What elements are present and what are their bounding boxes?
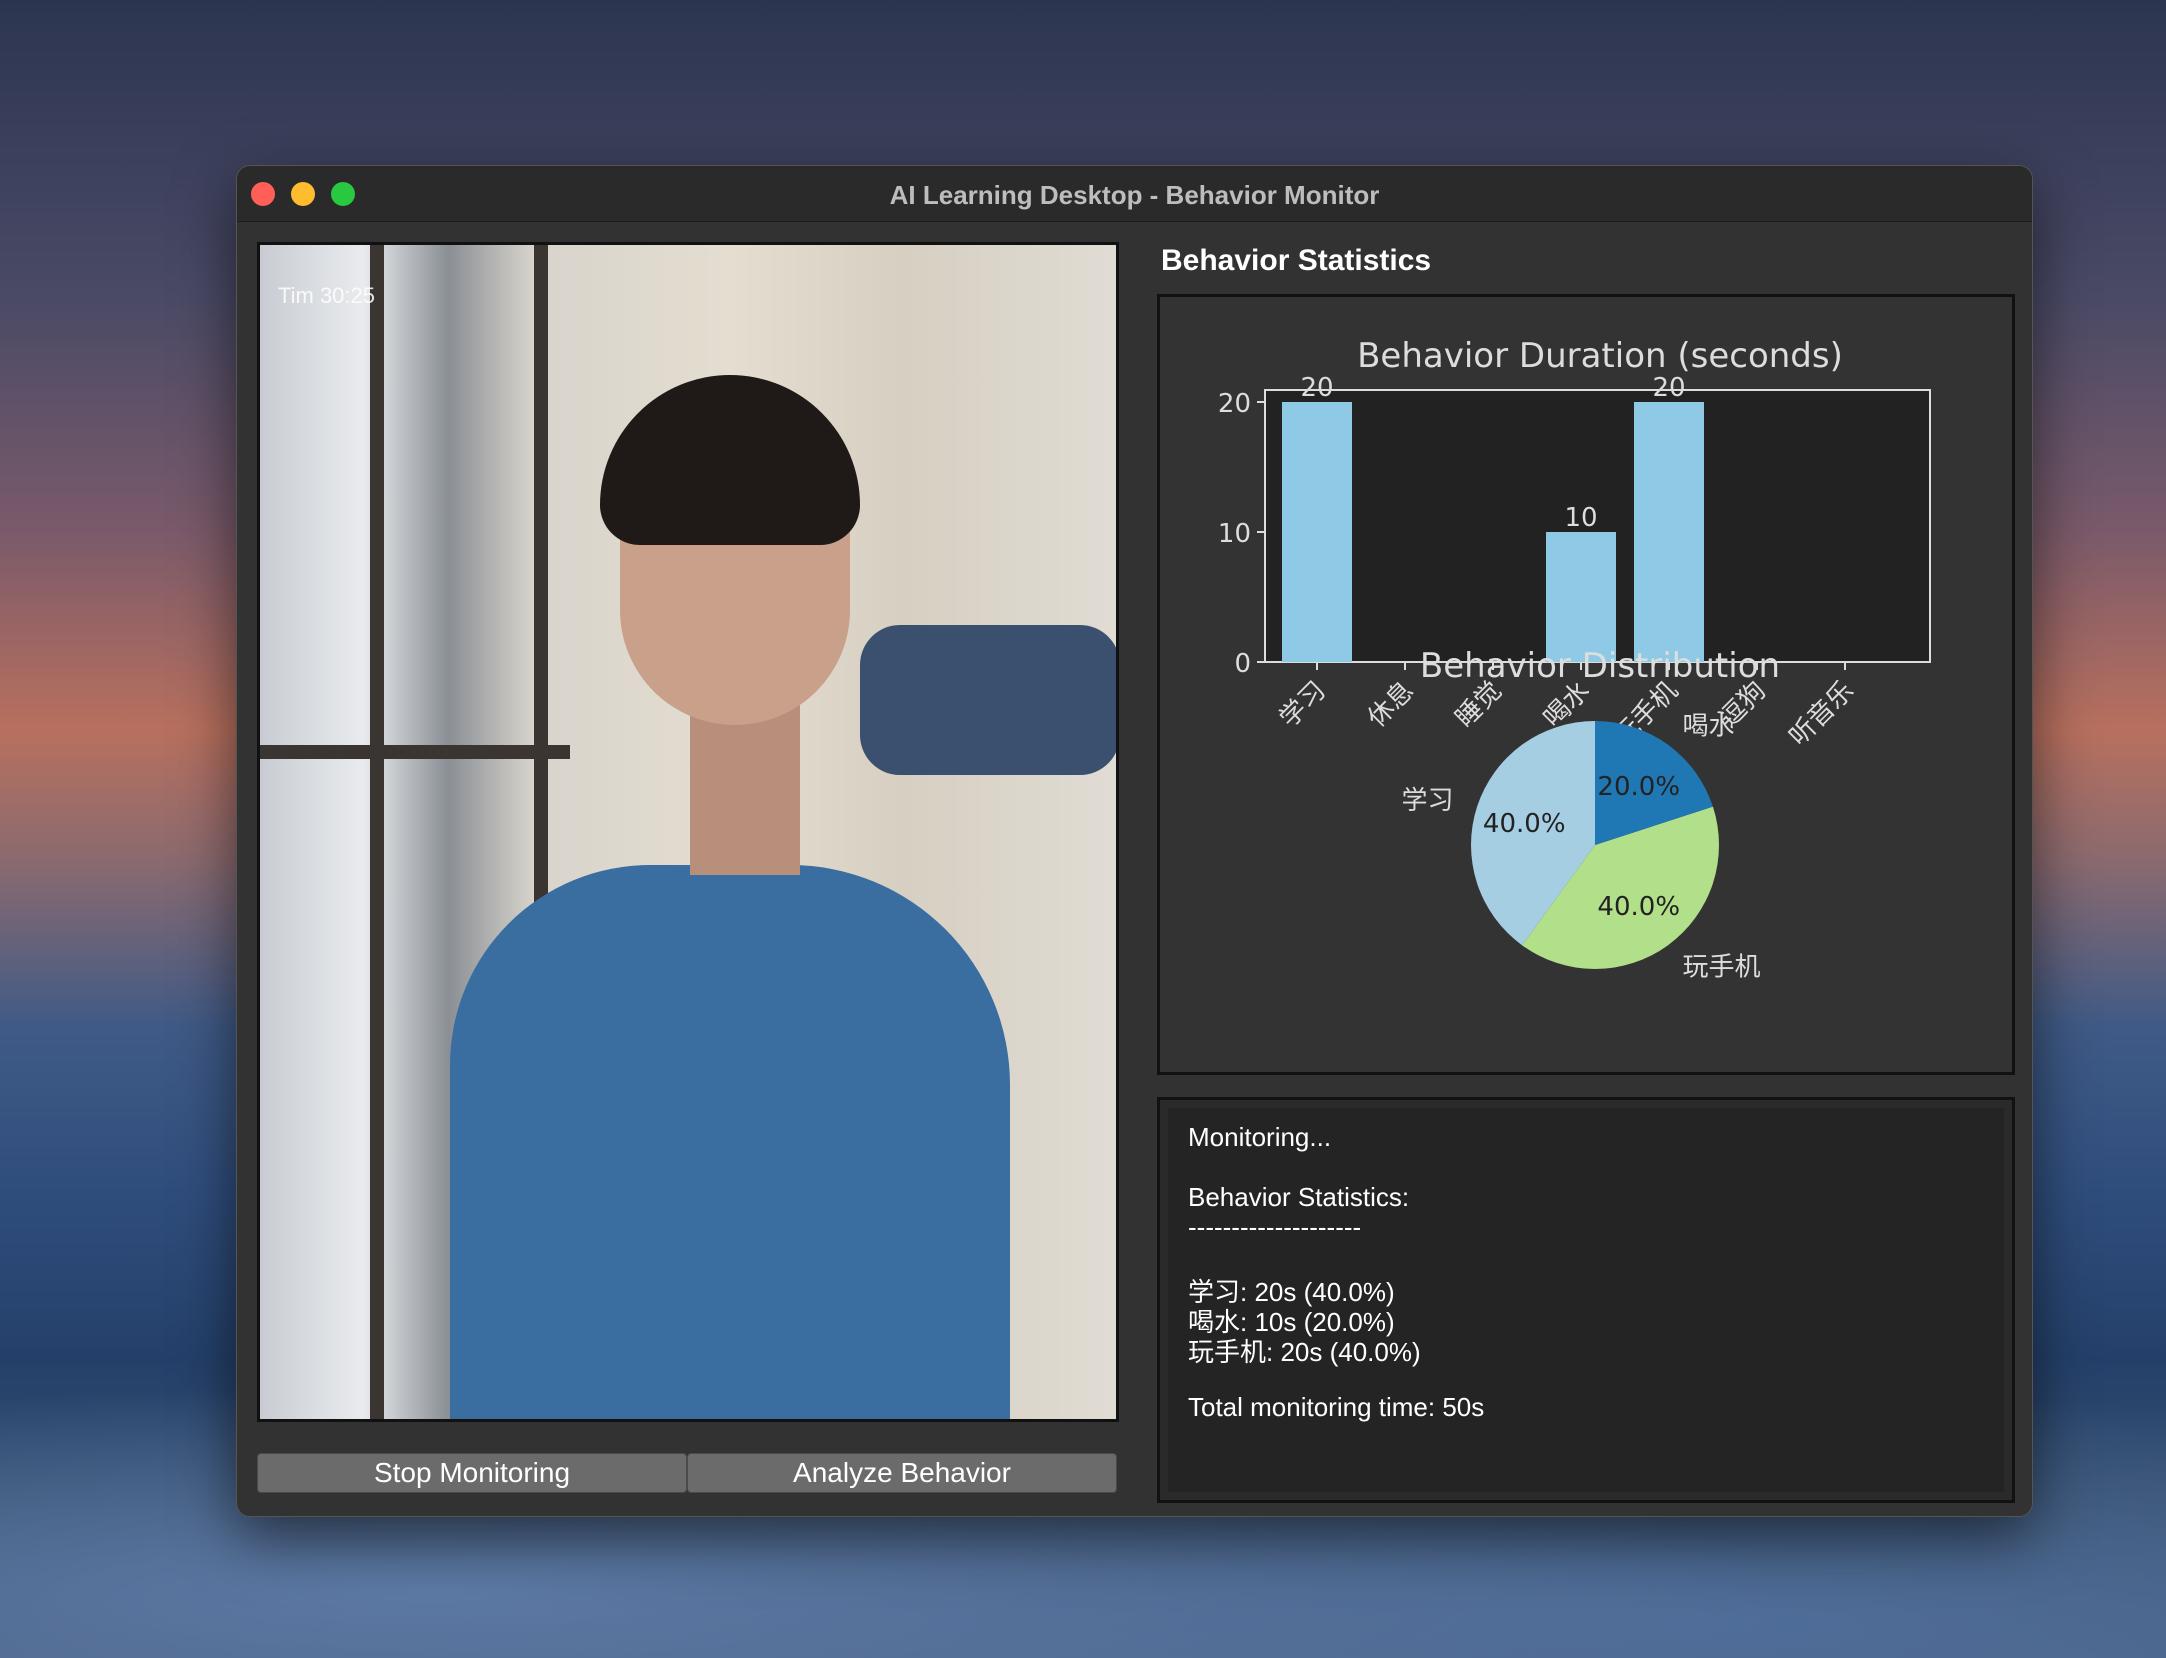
stop-monitoring-button[interactable]: Stop Monitoring: [257, 1453, 687, 1493]
pie-category-label: 玩手机: [1682, 952, 1760, 982]
pie-pct-label: 40.0%: [1483, 809, 1566, 839]
clothes-pile-image: [860, 625, 1116, 775]
person-body-image: [450, 865, 1010, 1419]
log-panel: Monitoring... Behavior Statistics: -------…: [1157, 1097, 2015, 1503]
charts-canvas: Behavior Duration (seconds) 0102020学习 休息睡…: [1218, 336, 1931, 982]
pie-chart-title: Behavior Distribution: [1420, 646, 1780, 686]
camera-feed: Tim 30:25: [257, 242, 1119, 1422]
x-tick-label: 学习: [1274, 676, 1332, 734]
person-hair-image: [600, 375, 860, 545]
bar: [1282, 402, 1352, 662]
video-overlay-text: Tim 30:25: [278, 283, 376, 308]
log-line: Behavior Statistics:: [1188, 1182, 1410, 1212]
bar-chart-title: Behavior Duration (seconds): [1357, 336, 1843, 376]
log-line: Monitoring...: [1188, 1122, 1332, 1152]
log-text-area[interactable]: Monitoring... Behavior Statistics: -------…: [1168, 1108, 2004, 1492]
bar-data-label: 20: [1652, 373, 1685, 403]
window-title: AI Learning Desktop - Behavior Monitor: [889, 180, 1380, 210]
person-neck-image: [690, 705, 800, 875]
pie-pct-label: 40.0%: [1597, 892, 1680, 922]
bar: [1546, 532, 1616, 662]
stats-section-title: Behavior Statistics: [1161, 244, 1432, 277]
log-line: Total monitoring time: 50s: [1188, 1392, 1485, 1422]
bar-data-label: 20: [1300, 373, 1333, 403]
bar: [1634, 402, 1704, 662]
pie-category-label: 喝水: [1682, 712, 1734, 742]
chart-panel: Behavior Duration (seconds) 0 10 20 20 学习 休息睡…: [1157, 294, 2015, 1075]
analyze-behavior-button[interactable]: Analyze Behavior: [687, 1453, 1117, 1493]
y-tick-label: 20: [1218, 389, 1251, 419]
title-bar: AI Learning Desktop - Behavior Monitor: [237, 166, 2032, 222]
bar-data-label: 10: [1564, 503, 1597, 533]
x-tick-label: 听音乐: [1784, 676, 1860, 752]
log-line: --------------------: [1188, 1212, 1362, 1242]
y-tick-label: 10: [1218, 519, 1251, 549]
x-tick-label: 休息: [1362, 676, 1420, 734]
y-tick-label: 0: [1234, 649, 1251, 679]
log-line: 玩手机: 20s (40.0%): [1188, 1337, 1421, 1367]
pie-pct-label: 20.0%: [1597, 772, 1680, 802]
window-bar-image: [260, 745, 570, 759]
app-window: AI Learning Desktop - Behavior Monitor T…: [236, 165, 2033, 1517]
pie-category-label: 学习: [1401, 786, 1453, 816]
